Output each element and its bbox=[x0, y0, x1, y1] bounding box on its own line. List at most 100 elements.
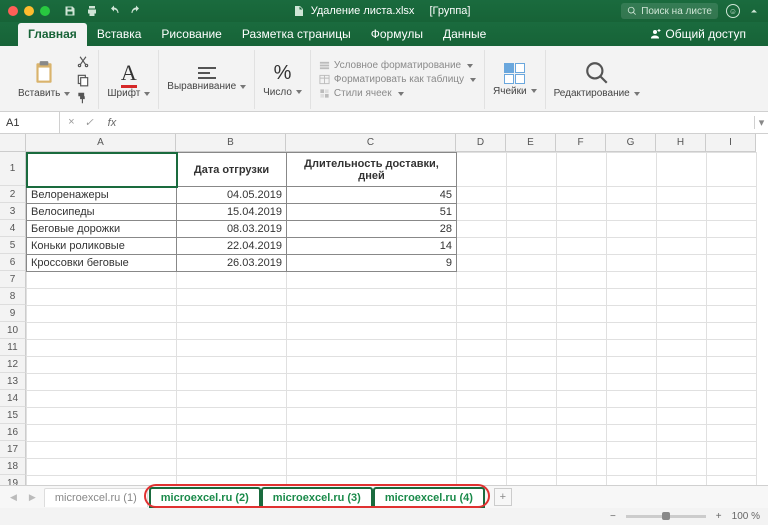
cell[interactable]: Длительность доставки, дней bbox=[287, 153, 457, 187]
cell[interactable] bbox=[27, 408, 177, 425]
cell[interactable] bbox=[707, 272, 757, 289]
cell[interactable] bbox=[177, 340, 287, 357]
cell[interactable] bbox=[557, 357, 607, 374]
format-painter-icon[interactable] bbox=[76, 91, 90, 105]
col-header[interactable]: E bbox=[506, 134, 556, 152]
tab-formulas[interactable]: Формулы bbox=[361, 23, 433, 46]
cell[interactable] bbox=[27, 153, 177, 187]
cell[interactable] bbox=[657, 425, 707, 442]
cell[interactable] bbox=[457, 340, 507, 357]
col-header[interactable]: I bbox=[706, 134, 756, 152]
cell[interactable] bbox=[287, 459, 457, 476]
cell[interactable] bbox=[507, 408, 557, 425]
cell[interactable] bbox=[457, 323, 507, 340]
cell[interactable] bbox=[707, 340, 757, 357]
cell[interactable] bbox=[557, 442, 607, 459]
col-header[interactable]: B bbox=[176, 134, 286, 152]
format-as-table-button[interactable]: Форматировать как таблицу bbox=[319, 74, 476, 85]
cancel-formula-icon[interactable]: × bbox=[68, 116, 74, 129]
feedback-icon[interactable]: ☺ bbox=[726, 4, 740, 18]
cell[interactable] bbox=[607, 323, 657, 340]
cell[interactable] bbox=[177, 476, 287, 487]
cell[interactable] bbox=[27, 272, 177, 289]
cell[interactable] bbox=[27, 425, 177, 442]
cell[interactable] bbox=[287, 357, 457, 374]
cell[interactable] bbox=[607, 340, 657, 357]
cell[interactable] bbox=[557, 153, 607, 187]
cell[interactable] bbox=[607, 306, 657, 323]
cell[interactable] bbox=[27, 340, 177, 357]
cell[interactable] bbox=[507, 255, 557, 272]
cell[interactable]: Велосипеды bbox=[27, 204, 177, 221]
cell[interactable] bbox=[507, 391, 557, 408]
sheet-tab[interactable]: microexcel.ru (2) bbox=[150, 488, 260, 507]
cell[interactable]: 04.05.2019 bbox=[177, 187, 287, 204]
cell[interactable] bbox=[27, 357, 177, 374]
cell[interactable] bbox=[177, 459, 287, 476]
cell[interactable] bbox=[657, 374, 707, 391]
cell[interactable]: 9 bbox=[287, 255, 457, 272]
cell[interactable] bbox=[707, 204, 757, 221]
cell[interactable] bbox=[707, 323, 757, 340]
row-header[interactable]: 16 bbox=[0, 424, 26, 441]
cell[interactable] bbox=[657, 357, 707, 374]
cell[interactable] bbox=[457, 306, 507, 323]
alignment-button[interactable]: Выравнивание bbox=[167, 67, 246, 92]
cell[interactable] bbox=[657, 391, 707, 408]
cell[interactable] bbox=[287, 476, 457, 487]
cell[interactable] bbox=[557, 408, 607, 425]
cell[interactable] bbox=[657, 153, 707, 187]
cell[interactable] bbox=[27, 391, 177, 408]
cell[interactable] bbox=[457, 374, 507, 391]
row-header[interactable]: 17 bbox=[0, 441, 26, 458]
cell[interactable] bbox=[707, 153, 757, 187]
row-header[interactable]: 2 bbox=[0, 186, 26, 203]
row-header[interactable]: 19 bbox=[0, 475, 26, 486]
cell[interactable] bbox=[557, 238, 607, 255]
row-header[interactable]: 11 bbox=[0, 339, 26, 356]
cell[interactable] bbox=[27, 323, 177, 340]
cell[interactable] bbox=[557, 374, 607, 391]
cell[interactable] bbox=[287, 374, 457, 391]
row-header[interactable]: 12 bbox=[0, 356, 26, 373]
cell[interactable] bbox=[177, 306, 287, 323]
cell[interactable] bbox=[707, 357, 757, 374]
cell[interactable] bbox=[557, 204, 607, 221]
cell[interactable] bbox=[177, 289, 287, 306]
col-header[interactable]: G bbox=[606, 134, 656, 152]
cell[interactable] bbox=[657, 340, 707, 357]
cell[interactable] bbox=[607, 374, 657, 391]
cell[interactable] bbox=[607, 255, 657, 272]
cell[interactable]: 45 bbox=[287, 187, 457, 204]
cell[interactable]: 14 bbox=[287, 238, 457, 255]
cell[interactable] bbox=[707, 255, 757, 272]
row-header[interactable]: 14 bbox=[0, 390, 26, 407]
cell[interactable] bbox=[27, 476, 177, 487]
cell[interactable] bbox=[287, 408, 457, 425]
cell[interactable] bbox=[657, 187, 707, 204]
cell[interactable]: Дата отгрузки bbox=[177, 153, 287, 187]
paste-button[interactable]: Вставить bbox=[18, 60, 70, 99]
cell[interactable] bbox=[607, 476, 657, 487]
tab-insert[interactable]: Вставка bbox=[87, 23, 152, 46]
cell[interactable] bbox=[457, 476, 507, 487]
cell[interactable] bbox=[657, 204, 707, 221]
confirm-formula-icon[interactable]: ✓ bbox=[84, 116, 93, 129]
cell[interactable] bbox=[507, 187, 557, 204]
cell[interactable] bbox=[707, 238, 757, 255]
cell[interactable] bbox=[557, 187, 607, 204]
chevron-up-icon[interactable] bbox=[748, 5, 760, 17]
sheet-tab[interactable]: microexcel.ru (1) bbox=[44, 488, 148, 507]
col-header[interactable]: A bbox=[26, 134, 176, 152]
cell[interactable] bbox=[557, 425, 607, 442]
worksheet-grid[interactable]: ABCDEFGHI 12345678910111213141516171819 … bbox=[0, 134, 768, 486]
cell[interactable] bbox=[287, 289, 457, 306]
cell[interactable] bbox=[177, 391, 287, 408]
cell[interactable] bbox=[657, 306, 707, 323]
col-header[interactable]: H bbox=[656, 134, 706, 152]
cell[interactable] bbox=[607, 289, 657, 306]
cell[interactable] bbox=[657, 442, 707, 459]
cell[interactable]: Коньки роликовые bbox=[27, 238, 177, 255]
row-headers[interactable]: 12345678910111213141516171819 bbox=[0, 152, 26, 486]
cell[interactable] bbox=[607, 272, 657, 289]
